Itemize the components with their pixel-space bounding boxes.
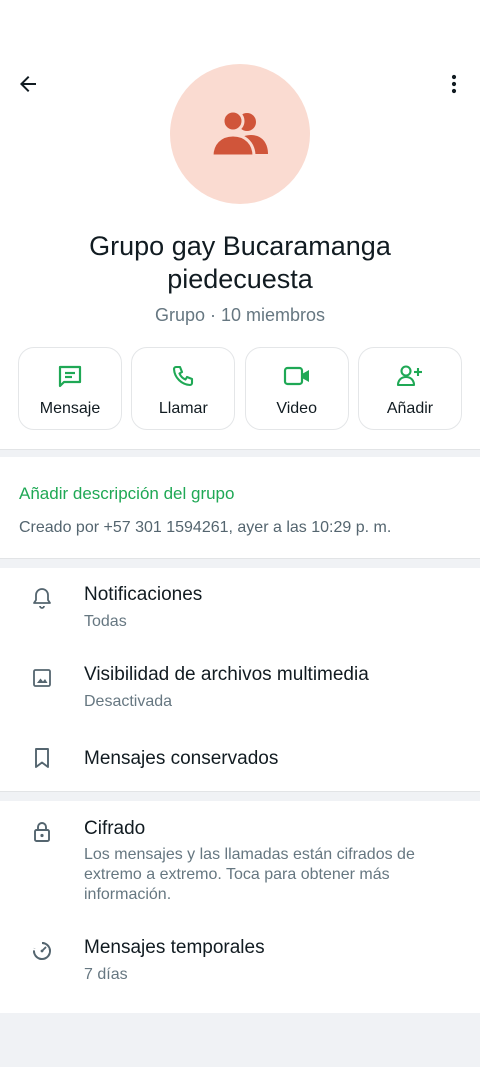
bottom-section-divider <box>0 1013 480 1067</box>
phone-icon <box>173 365 194 387</box>
disappearing-messages-title: Mensajes temporales <box>84 937 265 958</box>
video-button-label: Video <box>276 400 317 417</box>
section-divider <box>0 449 480 457</box>
media-visibility-row[interactable]: Visibilidad de archivos multimedia Desac… <box>0 654 480 724</box>
call-button-label: Llamar <box>158 400 208 417</box>
lock-icon <box>34 822 50 842</box>
section-divider <box>0 558 480 568</box>
created-by-text: Creado por +57 301 1594261, ayer a las 1… <box>19 519 392 536</box>
section-divider <box>0 791 480 801</box>
add-person-icon <box>396 365 422 387</box>
media-visibility-value: Desactivada <box>84 693 173 710</box>
back-button[interactable] <box>12 68 44 100</box>
message-button[interactable]: Mensaje <box>18 347 122 430</box>
group-name[interactable]: Grupo gay Bucaramanga piedecuesta <box>40 230 440 296</box>
notifications-value: Todas <box>84 613 127 630</box>
group-subtitle: Grupo · 10 miembros <box>154 305 326 325</box>
notifications-row[interactable]: Notificaciones Todas <box>0 574 480 644</box>
call-button[interactable]: Llamar <box>131 347 236 430</box>
encryption-row[interactable]: Cifrado Los mensajes y las llamadas está… <box>0 808 480 918</box>
timer-icon <box>33 942 51 960</box>
video-icon <box>283 366 309 386</box>
action-buttons: Mensaje Llamar Video Añadir <box>18 347 462 430</box>
encryption-description: Los mensajes y las llamadas están cifrad… <box>84 846 415 903</box>
disappearing-messages-row[interactable]: Mensajes temporales 7 días <box>0 927 480 997</box>
more-vertical-icon <box>451 74 457 94</box>
disappearing-messages-value: 7 días <box>84 966 128 983</box>
video-button[interactable]: Video <box>244 347 349 430</box>
media-visibility-title: Visibilidad de archivos multimedia <box>84 664 369 685</box>
add-member-button-label: Añadir <box>386 400 434 417</box>
image-icon <box>33 669 51 687</box>
notifications-title: Notificaciones <box>84 584 203 605</box>
group-icon <box>210 110 268 158</box>
add-member-button[interactable]: Añadir <box>357 347 462 430</box>
arrow-left-icon <box>20 76 36 92</box>
group-avatar[interactable] <box>170 64 310 204</box>
add-description-link[interactable]: Añadir descripción del grupo <box>19 484 234 504</box>
message-icon <box>58 365 82 388</box>
bell-icon <box>33 588 51 609</box>
message-button-label: Mensaje <box>39 400 101 417</box>
kept-messages-row[interactable]: Mensajes conservados <box>0 738 480 782</box>
encryption-title: Cifrado <box>84 818 146 839</box>
bookmark-icon <box>35 748 49 768</box>
more-options-button[interactable] <box>438 68 470 100</box>
kept-messages-title: Mensajes conservados <box>84 748 279 769</box>
